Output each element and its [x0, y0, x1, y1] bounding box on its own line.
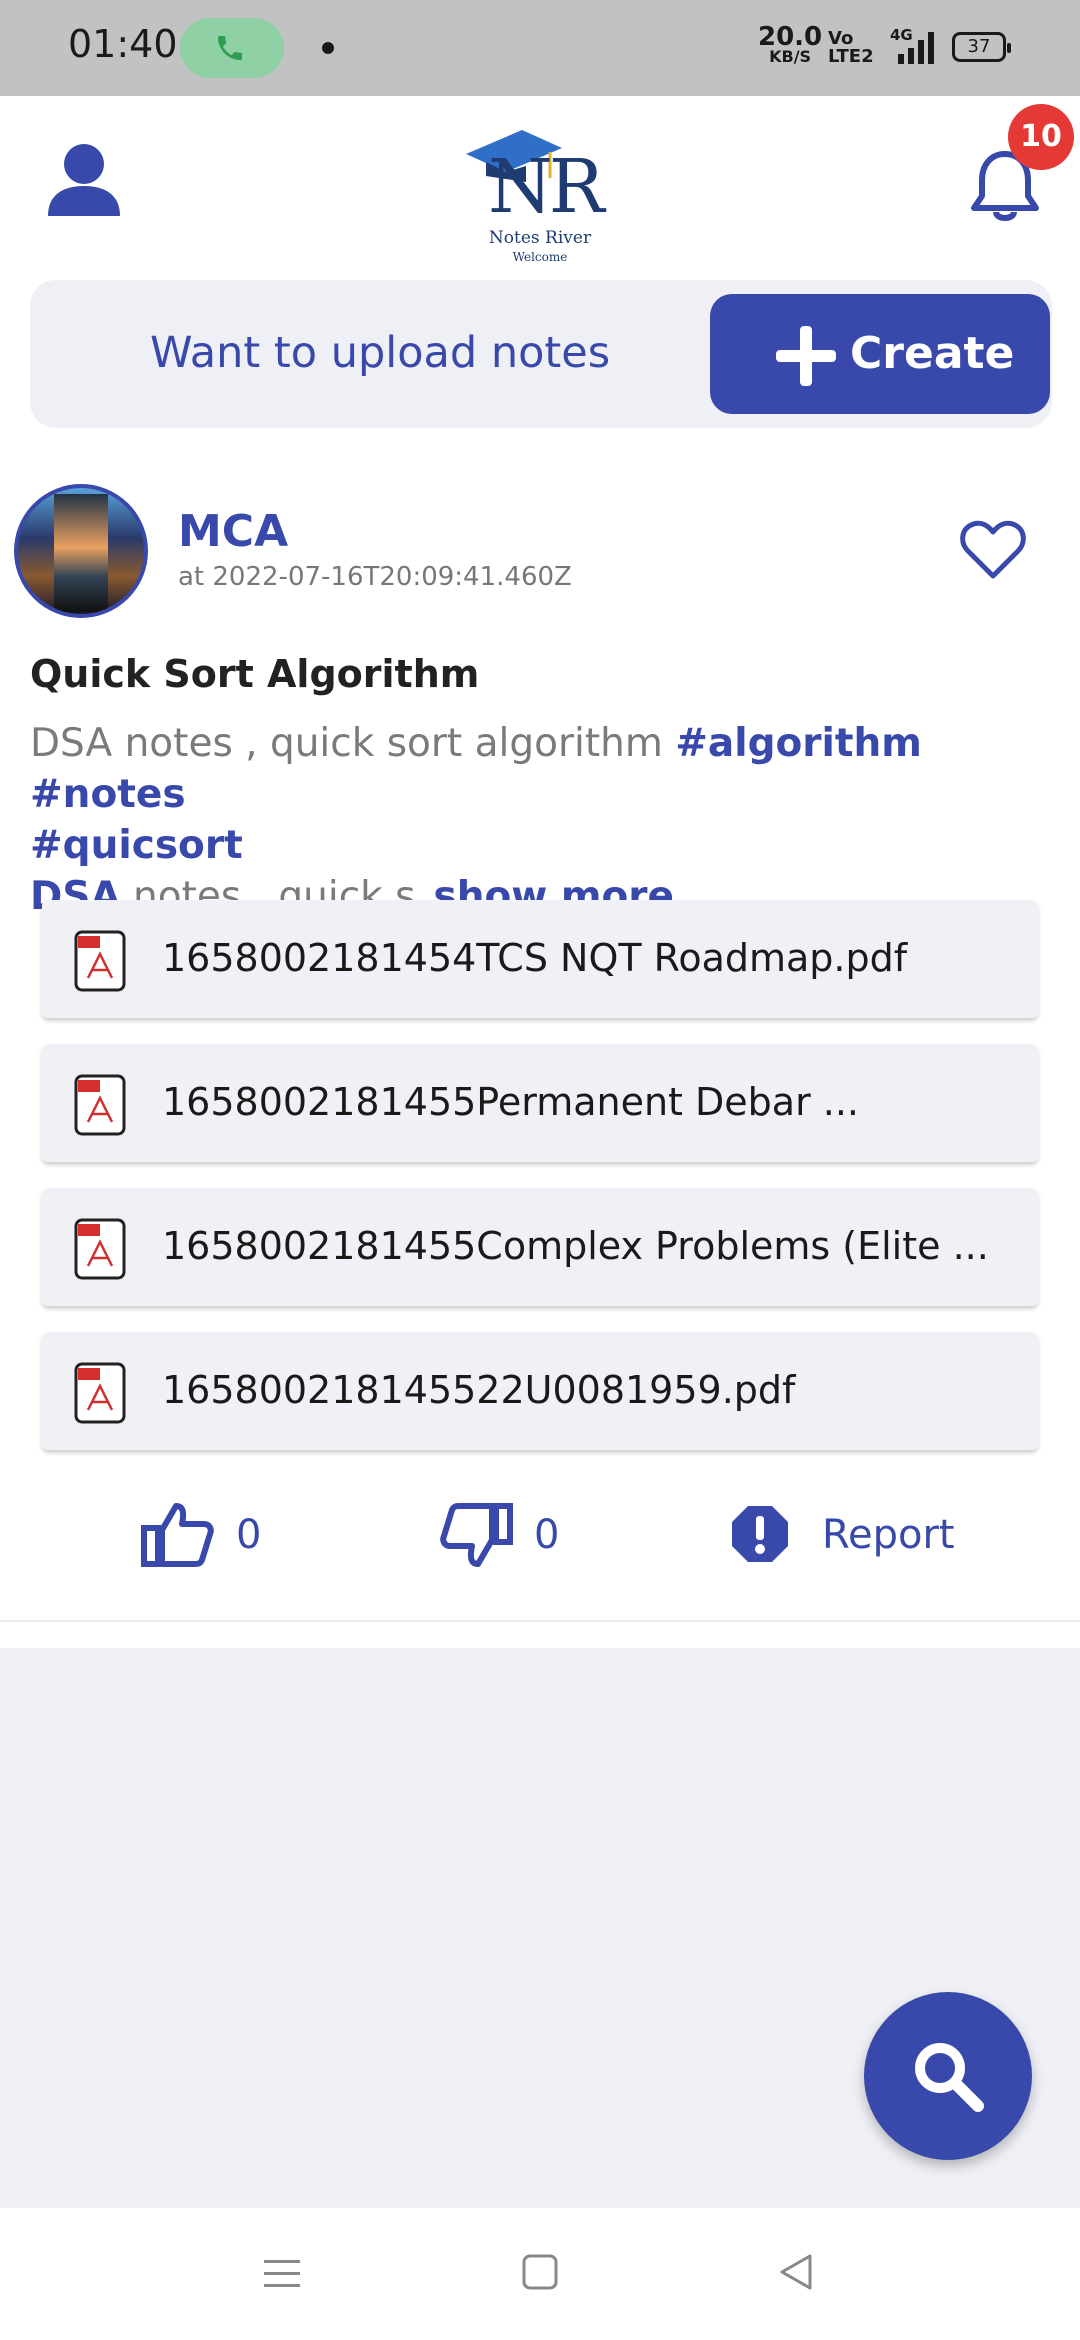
status-bar: 01:40 20.0 KB/S Vo LTE2 4G 37: [0, 0, 1080, 96]
report-button[interactable]: Report: [822, 1512, 955, 1558]
volte-indicator: Vo LTE2: [828, 28, 874, 67]
attachment-name: 1658002181454TCS NQT Roadmap.pdf: [162, 936, 908, 980]
favorite-heart-icon[interactable]: [960, 520, 1026, 580]
like-count: 0: [236, 1512, 262, 1558]
feed-divider: [0, 1620, 1080, 1622]
attachment-name: 165800218145522U0081959.pdf: [162, 1368, 796, 1412]
attachment-name: 1658002181455Permanent Debar ...: [162, 1080, 860, 1124]
phone-icon: [218, 36, 242, 60]
thumbs-down-icon[interactable]: [440, 1502, 514, 1568]
post-timestamp: at 2022-07-16T20:09:41.460Z: [178, 562, 572, 592]
plus-icon: [776, 326, 836, 386]
attachment-item[interactable]: 1658002181454TCS NQT Roadmap.pdf: [42, 900, 1038, 1018]
hashtag-link[interactable]: #quicsort: [30, 823, 243, 868]
recent-apps-icon[interactable]: [262, 2254, 302, 2294]
upload-prompt-text: Want to upload notes: [150, 328, 611, 378]
report-alert-icon[interactable]: [730, 1504, 790, 1564]
hashtag-link[interactable]: #algorithm: [675, 721, 922, 766]
logo-brand: Notes River: [488, 228, 592, 248]
post-author[interactable]: MCA: [178, 506, 288, 557]
ongoing-call-pill[interactable]: [180, 18, 284, 78]
app-header: NR Notes River Welcome 10: [0, 96, 1080, 266]
logo-subtitle: Welcome: [512, 250, 568, 264]
hashtag-link[interactable]: #notes: [30, 772, 186, 817]
system-nav-bar: [0, 2208, 1080, 2340]
create-button[interactable]: Create: [710, 294, 1050, 414]
thumbs-up-icon[interactable]: [140, 1502, 214, 1568]
attachment-list: 1658002181454TCS NQT Roadmap.pdf 1658002…: [42, 900, 1038, 1476]
author-avatar[interactable]: [14, 484, 148, 618]
profile-icon[interactable]: [44, 140, 124, 220]
dislike-count: 0: [534, 1512, 560, 1558]
pdf-icon: [74, 1074, 126, 1136]
notification-badge: 10: [1008, 104, 1074, 170]
signal-icon: [898, 32, 934, 64]
network-speed: 20.0 KB/S: [758, 22, 823, 66]
logo-text: NR: [488, 144, 604, 230]
create-button-label: Create: [850, 328, 1015, 379]
back-icon[interactable]: [776, 2252, 816, 2292]
post-title: Quick Sort Algorithm: [30, 652, 480, 696]
pdf-icon: [74, 1218, 126, 1280]
post-actions: 0 0 Report: [0, 1482, 1080, 1582]
battery-icon: 37: [952, 32, 1011, 62]
attachment-item[interactable]: 1658002181455Complex Problems (Elite ...: [42, 1188, 1038, 1306]
attachment-name: 1658002181455Complex Problems (Elite ...: [162, 1224, 989, 1268]
post-description: DSA notes , quick sort algorithm #algori…: [30, 721, 922, 919]
attachment-item[interactable]: 1658002181455Permanent Debar ...: [42, 1044, 1038, 1162]
pdf-icon: [74, 1362, 126, 1424]
pdf-icon: [74, 930, 126, 992]
notification-dot: [322, 42, 334, 54]
home-icon[interactable]: [520, 2252, 560, 2292]
app-logo: NR Notes River Welcome: [460, 116, 620, 264]
status-time: 01:40: [68, 22, 178, 66]
attachment-item[interactable]: 165800218145522U0081959.pdf: [42, 1332, 1038, 1450]
search-icon: [915, 2043, 984, 2112]
upload-prompt-bar: Want to upload notes Create: [30, 280, 1052, 428]
search-fab[interactable]: [864, 1992, 1032, 2160]
